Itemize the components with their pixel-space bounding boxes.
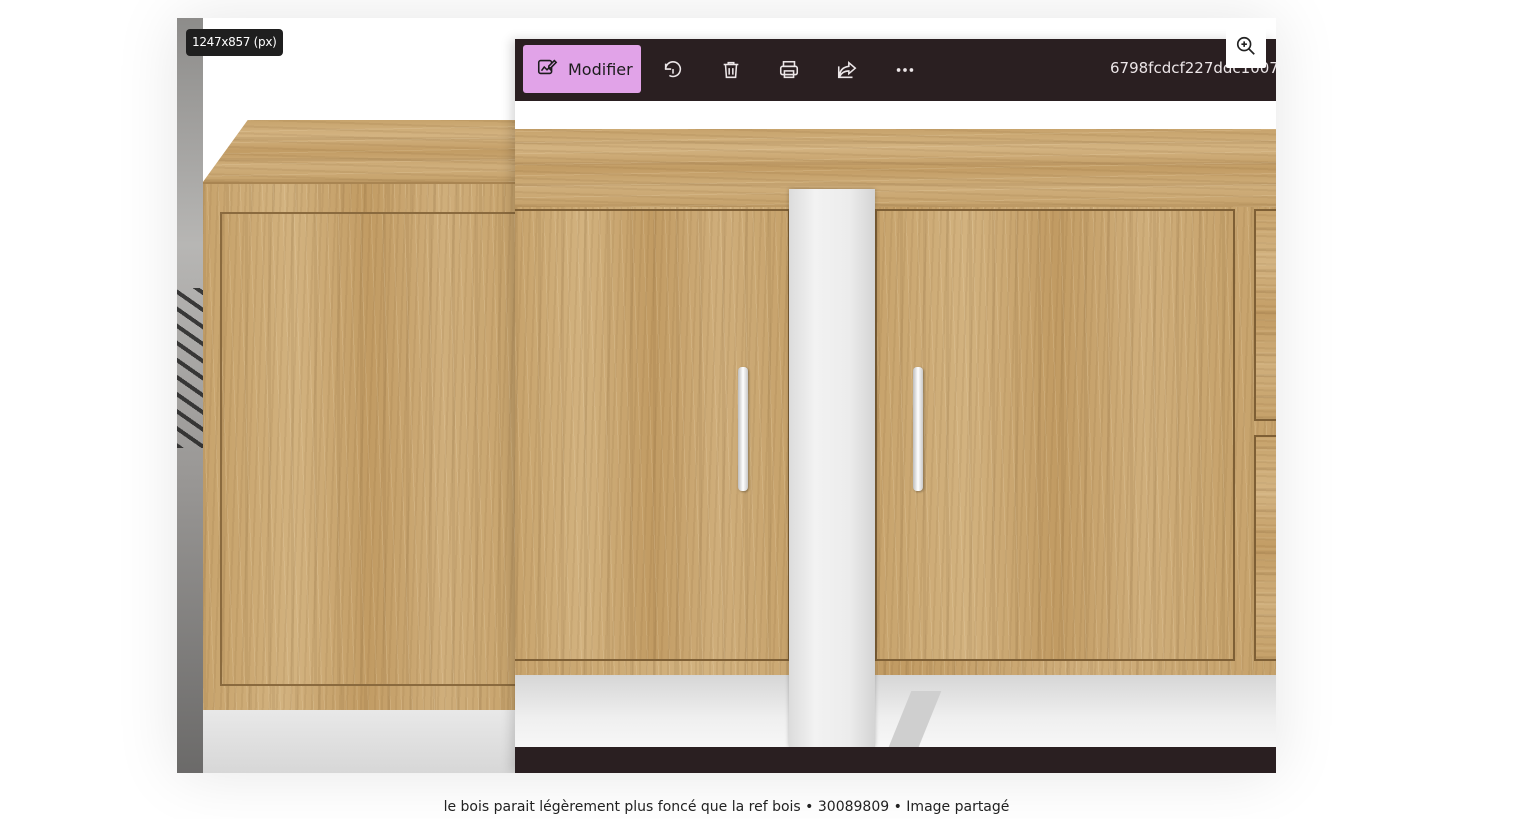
viewer-image	[515, 101, 1276, 747]
share-icon[interactable]	[835, 58, 859, 82]
edit-button-label: Modifier	[568, 59, 633, 79]
cabinet-top-front	[515, 129, 1276, 209]
photo-edge-strip	[177, 18, 203, 773]
zoom-in-button[interactable]	[1226, 28, 1266, 68]
cabinet-top	[203, 120, 523, 182]
dimensions-badge: 1247x857 (px)	[186, 29, 283, 56]
more-icon[interactable]	[893, 58, 917, 82]
cabinet-divider-panel	[789, 189, 875, 747]
cabinet-door	[220, 212, 520, 686]
door-handle	[913, 367, 923, 491]
image-caption: le bois parait légèrement plus foncé que…	[443, 799, 1010, 815]
print-icon[interactable]	[777, 58, 801, 82]
edit-icon	[536, 56, 558, 82]
rotate-icon[interactable]	[661, 58, 685, 82]
trash-icon[interactable]	[719, 58, 743, 82]
cabinet-door-left	[515, 209, 790, 661]
cabinet-door-middle	[875, 209, 1235, 661]
edit-button[interactable]: Modifier	[523, 45, 641, 93]
door-handle	[738, 367, 748, 491]
photo-viewer-window: Modifier 6798fcdcf227ddc1007	[515, 39, 1276, 773]
viewer-bottom-bar	[515, 747, 1276, 773]
viewer-toolbar: Modifier 6798fcdcf227ddc1007	[515, 39, 1276, 101]
zoom-in-icon	[1235, 35, 1257, 61]
cabinet-drawer-upper	[1254, 209, 1276, 421]
cabinet-drawer-lower	[1254, 435, 1276, 661]
image-card: Modifier 6798fcdcf227ddc1007 1247x857 (p…	[177, 18, 1276, 773]
